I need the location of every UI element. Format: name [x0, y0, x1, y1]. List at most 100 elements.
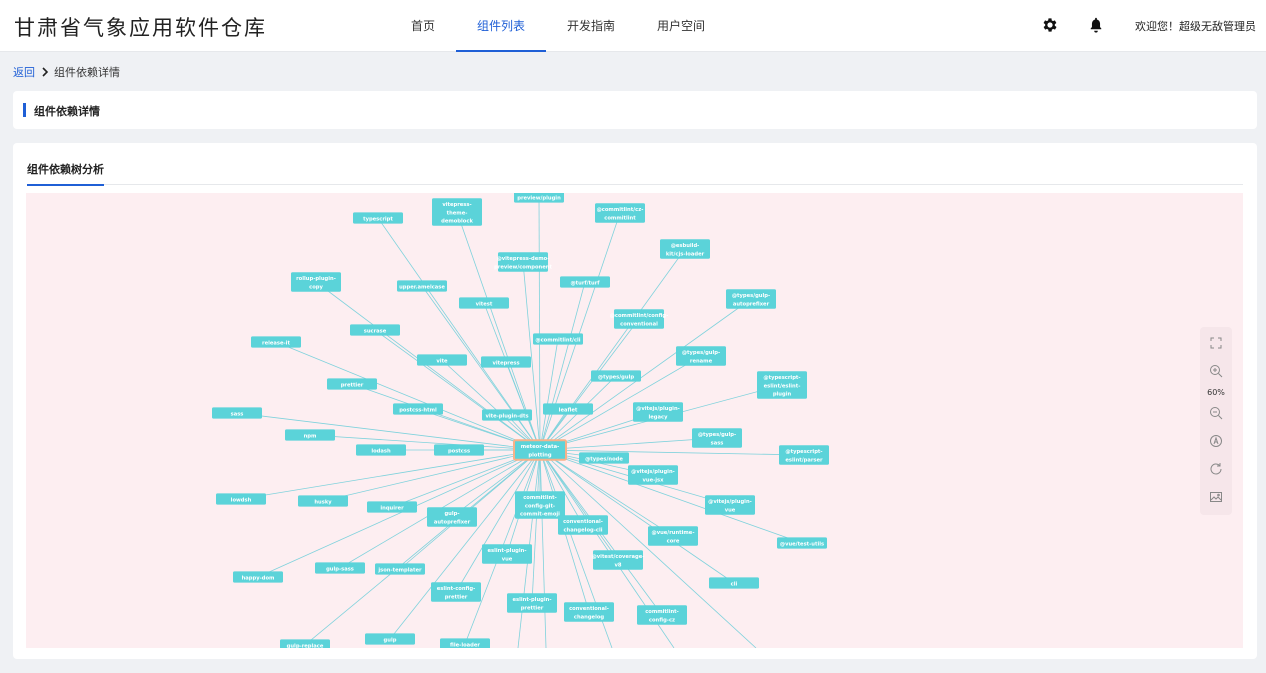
graph-node[interactable]: conventional-changelog-cli [558, 515, 608, 535]
graph-node-label: @types/gulp- [682, 350, 720, 356]
download-image-icon[interactable] [1208, 489, 1224, 505]
graph-edge [522, 261, 541, 451]
graph-node-label: vite [436, 358, 448, 364]
graph-node[interactable]: upper.amelcase [397, 280, 447, 292]
fit-view-icon[interactable] [1208, 433, 1224, 449]
graph-node[interactable]: gulp-sass [315, 562, 365, 574]
graph-node[interactable]: release-it [251, 336, 301, 348]
graph-node[interactable]: sass [212, 407, 262, 419]
graph-node[interactable]: @esbuild-kit/cjs-loader [660, 239, 710, 259]
graph-node[interactable]: postcss [434, 444, 484, 456]
graph-node[interactable]: @typescript-eslint/parser [779, 445, 829, 465]
site-title[interactable]: 甘肃省气象应用软件仓库 [14, 12, 267, 42]
graph-node[interactable]: @vitepress-demo-preview/component [494, 252, 552, 272]
graph-node-label: vue-jsx [643, 477, 665, 483]
graph-edge [539, 338, 559, 451]
zoom-level: 60% [1207, 388, 1225, 397]
graph-node[interactable]: @commitlint/config-conventional [610, 309, 669, 329]
graph-node-label: preview/component [494, 264, 552, 270]
graph-edge [539, 449, 547, 648]
graph-node[interactable]: vitepress [481, 356, 531, 368]
back-link[interactable]: 返回 [13, 64, 35, 80]
graph-node-label: @types/gulp- [732, 293, 770, 299]
graph-node-label: gulp [384, 637, 397, 643]
graph-node-label: commit-emoji [520, 512, 560, 518]
graph-node[interactable]: file-loader [440, 638, 490, 648]
graph-node[interactable]: @vitest/coverage-v8 [592, 550, 645, 570]
graph-node[interactable]: @types/node [579, 452, 629, 464]
graph-node[interactable]: @vitejs/plugin-vue [705, 495, 755, 515]
graph-node[interactable]: leaflet [543, 403, 593, 415]
graph-node-label: rename [690, 358, 713, 364]
graph-node[interactable]: commitlint-config-cz [637, 605, 687, 625]
bell-icon[interactable] [1087, 16, 1105, 34]
tab-bar: 组件依赖树分析 [27, 161, 1243, 186]
graph-node[interactable]: @vue/runtime-core [648, 526, 698, 546]
graph-node[interactable]: @commitlint/cz-commitlint [595, 203, 645, 223]
graph-node[interactable]: vitest [459, 297, 509, 309]
graph-node[interactable]: @typescript-eslint/eslint-plugin [757, 371, 807, 399]
graph-node[interactable]: vite [417, 354, 467, 366]
graph-node-label: gulp-sass [326, 566, 354, 572]
graph-node-label: vitepress- [442, 202, 471, 208]
graph-canvas[interactable]: meteor-data-plotting typescript vitepress-… [26, 193, 1243, 648]
fullscreen-icon[interactable] [1208, 335, 1224, 351]
graph-node[interactable]: eslint-plugin-prettier [507, 593, 557, 613]
dependency-graph[interactable]: meteor-data-plotting typescript vitepress-… [26, 193, 1243, 648]
graph-node-label: conventional- [569, 606, 609, 612]
graph-node[interactable]: @vitejs/plugin-vue-jsx [628, 465, 678, 485]
graph-node[interactable]: lowdsh [216, 493, 266, 505]
graph-node-label: autoprefixer [733, 301, 770, 307]
graph-node[interactable]: husky [298, 495, 348, 507]
graph-node-label: sucrase [364, 328, 387, 334]
graph-node[interactable]: @vitejs/plugin-legacy [633, 402, 683, 422]
nav-user-space[interactable]: 用户空间 [636, 0, 726, 52]
graph-node[interactable]: gulp [365, 633, 415, 645]
graph-node[interactable]: typescript [353, 212, 403, 224]
welcome-user[interactable]: 欢迎您！超级无敌管理员 [1135, 18, 1256, 34]
graph-node[interactable]: sucrase [350, 324, 400, 336]
graph-node[interactable]: vitepress-theme-demoblock [432, 198, 482, 226]
nav-dev-guide[interactable]: 开发指南 [546, 0, 636, 52]
graph-node[interactable]: happy-dom [233, 571, 283, 583]
graph-node[interactable]: gulp-autoprefixer [427, 507, 477, 527]
graph-node[interactable]: lodash [356, 444, 406, 456]
graph-node[interactable]: @types/gulp [591, 370, 641, 382]
graph-node[interactable]: eslint-config-prettier [431, 582, 481, 602]
graph-node[interactable]: conventional-changelog [564, 602, 614, 622]
zoom-out-icon[interactable] [1208, 405, 1224, 421]
refresh-icon[interactable] [1208, 461, 1224, 477]
graph-node[interactable]: inquirer [367, 501, 417, 513]
graph-node[interactable]: @types/gulp-sass [692, 428, 742, 448]
graph-root-node[interactable]: meteor-data-plotting [513, 439, 567, 461]
gear-icon[interactable] [1041, 16, 1059, 34]
tab-dependency-tree[interactable]: 组件依赖树分析 [27, 161, 104, 186]
graph-node[interactable]: preview/plugin [514, 193, 564, 203]
graph-node-label: rollup-plugin- [296, 276, 336, 282]
graph-node[interactable]: rollup-plugin-copy [291, 272, 341, 292]
graph-node[interactable]: vite-plugin-dts [482, 409, 532, 421]
graph-node-label: vitest [476, 301, 493, 307]
graph-node[interactable]: eslint-plugin-vue [482, 544, 532, 564]
graph-node[interactable]: commitlint-config-git-commit-emoji [515, 491, 565, 519]
graph-node[interactable]: @types/gulp-autoprefixer [726, 289, 776, 309]
graph-node-label: copy [309, 284, 323, 290]
graph-node-label: plugin [773, 392, 792, 398]
graph-node[interactable]: @vue/test-utils [777, 537, 827, 549]
graph-node[interactable]: npm [285, 429, 335, 441]
nav-component-list[interactable]: 组件列表 [456, 0, 547, 52]
nav-home[interactable]: 首页 [390, 0, 456, 52]
zoom-in-icon[interactable] [1208, 363, 1224, 379]
graph-node[interactable]: @types/gulp-rename [676, 346, 726, 366]
graph-node[interactable]: @turf/turf [560, 276, 610, 288]
graph-node[interactable]: postcss-html [393, 403, 443, 415]
graph-node[interactable]: cli [709, 577, 759, 589]
graph-node-label: eslint/eslint- [764, 383, 801, 389]
main-nav: 首页 组件列表 开发指南 用户空间 [390, 0, 726, 52]
graph-node[interactable]: prettier [327, 378, 377, 390]
graph-node[interactable]: @commitlint/cli [533, 333, 583, 345]
top-navbar: 甘肃省气象应用软件仓库 首页 组件列表 开发指南 用户空间 欢迎您！超级无敌管理… [0, 0, 1266, 52]
graph-node[interactable]: json-templater [375, 563, 425, 575]
graph-nodes: meteor-data-plotting typescript vitepress-… [212, 193, 829, 648]
graph-node[interactable]: gulp-replace [280, 639, 330, 648]
